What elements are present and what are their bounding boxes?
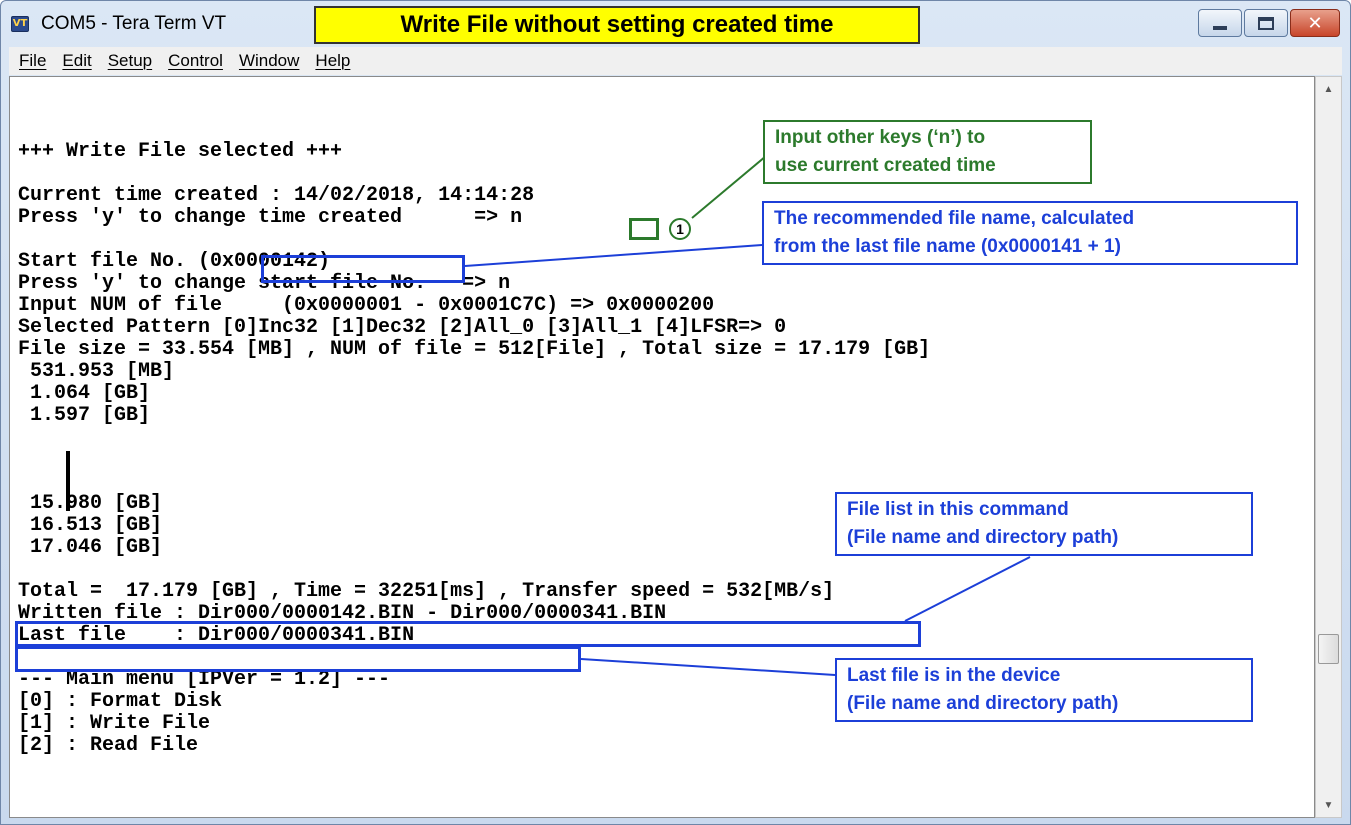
terminal-line: --- Main menu [IPVer = 1.2] --- [18, 668, 391, 691]
callout-other-keys-line2: use current created time [775, 155, 996, 176]
minimize-button[interactable] [1198, 9, 1242, 37]
close-button[interactable]: ✕ [1290, 9, 1340, 37]
terminal-line: 15.980 [GB] [18, 492, 163, 515]
highlight-last-file [15, 646, 581, 672]
menu-setup[interactable]: Setup [108, 51, 152, 71]
menu-file[interactable]: File [19, 51, 46, 71]
highlight-n-input [629, 218, 659, 240]
terminal-line: [0] : Format Disk [18, 690, 223, 713]
step-marker: 1 [669, 218, 691, 240]
vertical-scrollbar[interactable]: ▲ ▼ [1315, 76, 1342, 818]
callout-file-list-line1: File list in this command [847, 499, 1069, 520]
callout-last-file-line1: Last file is in the device [847, 665, 1061, 686]
terminal-line: 1.597 [GB] [18, 404, 151, 427]
callout-recommended-name-line2: from the last file name (0x0000141 + 1) [774, 236, 1121, 257]
close-icon: ✕ [1307, 12, 1323, 34]
annotation-banner: Write File without setting created time [314, 6, 920, 44]
terminal-line: Selected Pattern [0]Inc32 [1]Dec32 [2]Al… [18, 316, 787, 339]
menu-control[interactable]: Control [168, 51, 223, 71]
menu-window[interactable]: Window [239, 51, 299, 71]
callout-file-list-line2: (File name and directory path) [847, 527, 1119, 548]
scroll-up-arrow-icon[interactable]: ▲ [1316, 77, 1341, 101]
menu-edit[interactable]: Edit [62, 51, 91, 71]
terminal-line: File size = 33.554 [MB] , NUM of file = … [18, 338, 931, 361]
callout-other-keys-line1: Input other keys (‘n’) to [775, 127, 986, 148]
tera-term-app-icon[interactable]: VT [11, 16, 29, 32]
menu-bar: File Edit Setup Control Window Help [9, 47, 1342, 75]
maximize-icon [1258, 16, 1274, 30]
scrollbar-thumb[interactable] [1318, 634, 1339, 664]
maximize-button[interactable] [1244, 9, 1288, 37]
callout-file-list: File list in this command (File name and… [835, 492, 1253, 556]
window-title: COM5 - Tera Term VT [41, 13, 227, 34]
terminal-line: [2] : Read File [18, 734, 199, 757]
scroll-down-arrow-icon[interactable]: ▼ [1316, 793, 1341, 817]
callout-recommended-name-line1: The recommended file name, calculated [774, 208, 1135, 229]
callout-last-file: Last file is in the device (File name an… [835, 658, 1253, 722]
terminal-line: Total = 17.179 [GB] , Time = 32251[ms] ,… [18, 580, 835, 603]
callout-recommended-name: The recommended file name, calculated fr… [762, 201, 1298, 265]
terminal-line: 16.513 [GB] [18, 514, 163, 537]
callout-last-file-line2: (File name and directory path) [847, 693, 1119, 714]
terminal-line: Press 'y' to change start file No. => n [18, 272, 511, 295]
terminal-line: Input NUM of file (0x0000001 - 0x0001C7C… [18, 294, 715, 317]
highlight-written-file [15, 621, 921, 647]
menu-help[interactable]: Help [315, 51, 350, 71]
terminal-line: [1] : Write File [18, 712, 211, 735]
terminal-line: 531.953 [MB] [18, 360, 175, 383]
window-controls: ✕ [1198, 9, 1340, 37]
terminal-line: 1.064 [GB] [18, 382, 151, 405]
terminal-line: 17.046 [GB] [18, 536, 163, 559]
highlight-start-file-no [261, 255, 465, 283]
continuation-bar [66, 451, 70, 511]
minimize-icon [1213, 26, 1227, 30]
callout-other-keys: Input other keys (‘n’) to use current cr… [763, 120, 1092, 184]
